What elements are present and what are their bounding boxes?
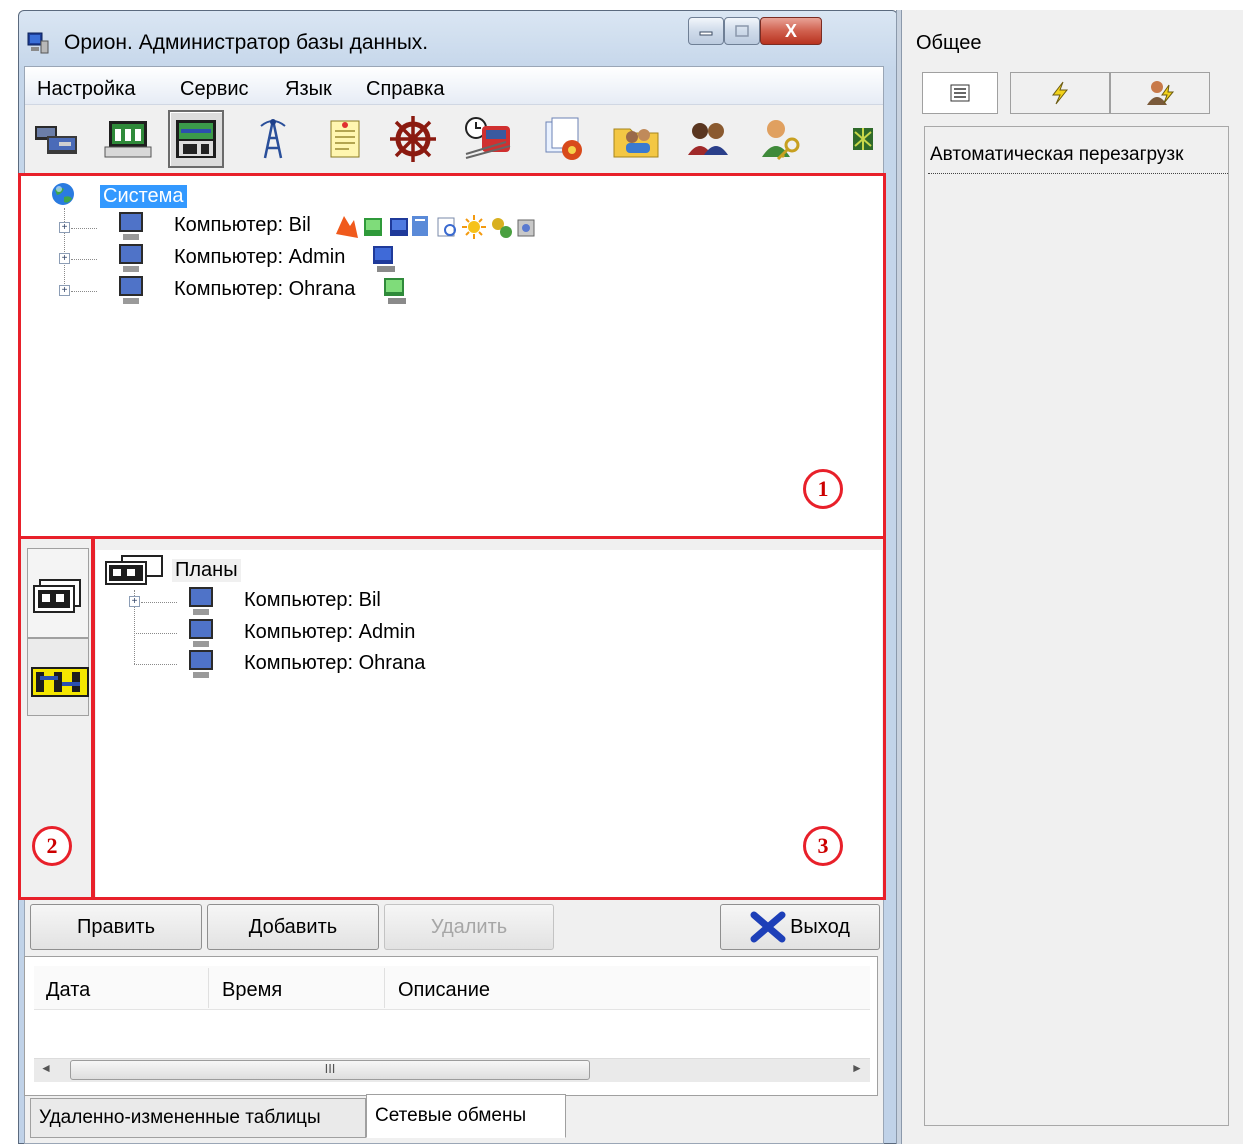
notes-icon	[330, 120, 360, 158]
plans-icon	[176, 120, 216, 158]
toolbar-network-button[interactable]	[100, 110, 156, 168]
maximize-icon	[735, 25, 749, 37]
column-header-time[interactable]: Время	[222, 979, 282, 1002]
edit-button[interactable]: Править	[30, 904, 202, 950]
minimize-button[interactable]	[688, 17, 724, 45]
column-header-description[interactable]: Описание	[398, 979, 490, 1002]
annotation-label-3: 3	[803, 826, 843, 866]
close-button[interactable]: X	[760, 17, 822, 45]
toolbar-documents-button[interactable]	[535, 110, 591, 168]
helm-icon	[390, 116, 436, 162]
computers-icon	[35, 126, 77, 154]
toolbar-helm-button[interactable]	[385, 110, 441, 168]
column-header-date[interactable]: Дата	[46, 979, 90, 1002]
properties-tab-rights[interactable]	[1110, 72, 1210, 114]
scroll-left-arrow[interactable]: ◄	[40, 1061, 52, 1075]
column-divider	[208, 968, 209, 1008]
users-icon	[688, 123, 728, 155]
add-button[interactable]: Добавить	[207, 904, 379, 950]
maximize-button[interactable]	[724, 17, 760, 45]
toolbar-user-key-button[interactable]	[752, 110, 808, 168]
documents-icon	[545, 117, 582, 160]
scroll-right-arrow[interactable]: ►	[851, 1061, 863, 1075]
menu-help[interactable]: Справка	[366, 78, 444, 101]
menu-bar	[25, 67, 883, 105]
user-lightning-icon	[1147, 81, 1175, 105]
annotation-label-1: 1	[803, 469, 843, 509]
toolbar-computers-button[interactable]	[30, 110, 86, 168]
list-icon	[950, 84, 970, 102]
window-title: Орион. Администратор базы данных.	[64, 31, 429, 54]
menu-service[interactable]: Сервис	[180, 78, 249, 101]
toolbar-folder-users-button[interactable]	[608, 110, 664, 168]
map-icon	[853, 128, 873, 150]
app-icon	[26, 31, 50, 55]
toolbar-users-button[interactable]	[680, 110, 736, 168]
close-icon: X	[784, 20, 797, 41]
minimize-icon	[699, 31, 713, 36]
close-x-icon	[750, 911, 786, 943]
properties-tab-general[interactable]	[922, 72, 998, 114]
menu-language[interactable]: Язык	[285, 78, 332, 101]
menu-settings[interactable]: Настройка	[37, 78, 135, 101]
properties-title: Общее	[916, 32, 982, 54]
tab-remote-changed-tables[interactable]: Удаленно-измененные таблицы	[30, 1098, 366, 1138]
network-icon	[104, 121, 152, 158]
column-divider	[384, 968, 385, 1008]
exit-button[interactable]: Выход	[720, 904, 880, 950]
scroll-thumb[interactable]: III	[70, 1060, 590, 1080]
toolbar-map-button[interactable]	[846, 110, 880, 168]
toolbar-train-schedule-button[interactable]	[460, 110, 516, 168]
field-underline	[928, 173, 1228, 174]
annotation-label-2: 2	[32, 826, 72, 866]
user-key-icon	[762, 120, 800, 161]
toolbar-plans-button[interactable]	[168, 110, 224, 168]
toolbar-antenna-button[interactable]	[245, 110, 301, 168]
lightning-icon	[1051, 81, 1069, 105]
properties-content	[924, 126, 1229, 1126]
annotation-box-3	[92, 536, 886, 900]
train-schedule-icon	[465, 117, 511, 159]
toolbar-notes-button[interactable]	[317, 110, 373, 168]
delete-button[interactable]: Удалить	[384, 904, 554, 950]
properties-tab-events[interactable]	[1010, 72, 1110, 114]
auto-reload-field[interactable]: Автоматическая перезагрузк	[930, 144, 1183, 166]
tab-network-exchanges[interactable]: Сетевые обмены	[366, 1094, 566, 1138]
exit-button-label: Выход	[790, 915, 850, 938]
antenna-icon	[260, 119, 286, 159]
folder-users-icon	[613, 128, 659, 158]
annotation-box-1	[18, 173, 886, 539]
